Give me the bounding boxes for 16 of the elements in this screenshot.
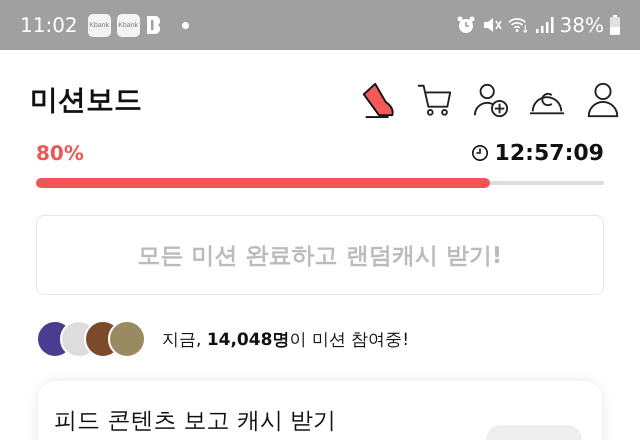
add-user-icon[interactable] [472,81,510,119]
notification-dot-icon [182,22,189,28]
card-title: 피드 콘텐츠 보고 캐시 받기 [54,407,336,436]
page-title: 미션보드 [30,82,143,118]
app-logo-icon [146,15,162,35]
countdown-timer: 12:57:09 [494,140,604,166]
battery-icon [610,15,620,35]
progress-percent: 80% [36,141,84,165]
mute-icon [482,15,502,35]
battery-percent: 38% [560,13,604,37]
participants-text: 지금, 14,048명이 미션 참여중! [162,328,410,350]
alarm-icon [456,15,476,35]
clock-time: 11:02 [20,13,78,37]
signal-icon [534,15,554,35]
wifi-icon [508,15,528,35]
clock-icon [470,144,489,162]
